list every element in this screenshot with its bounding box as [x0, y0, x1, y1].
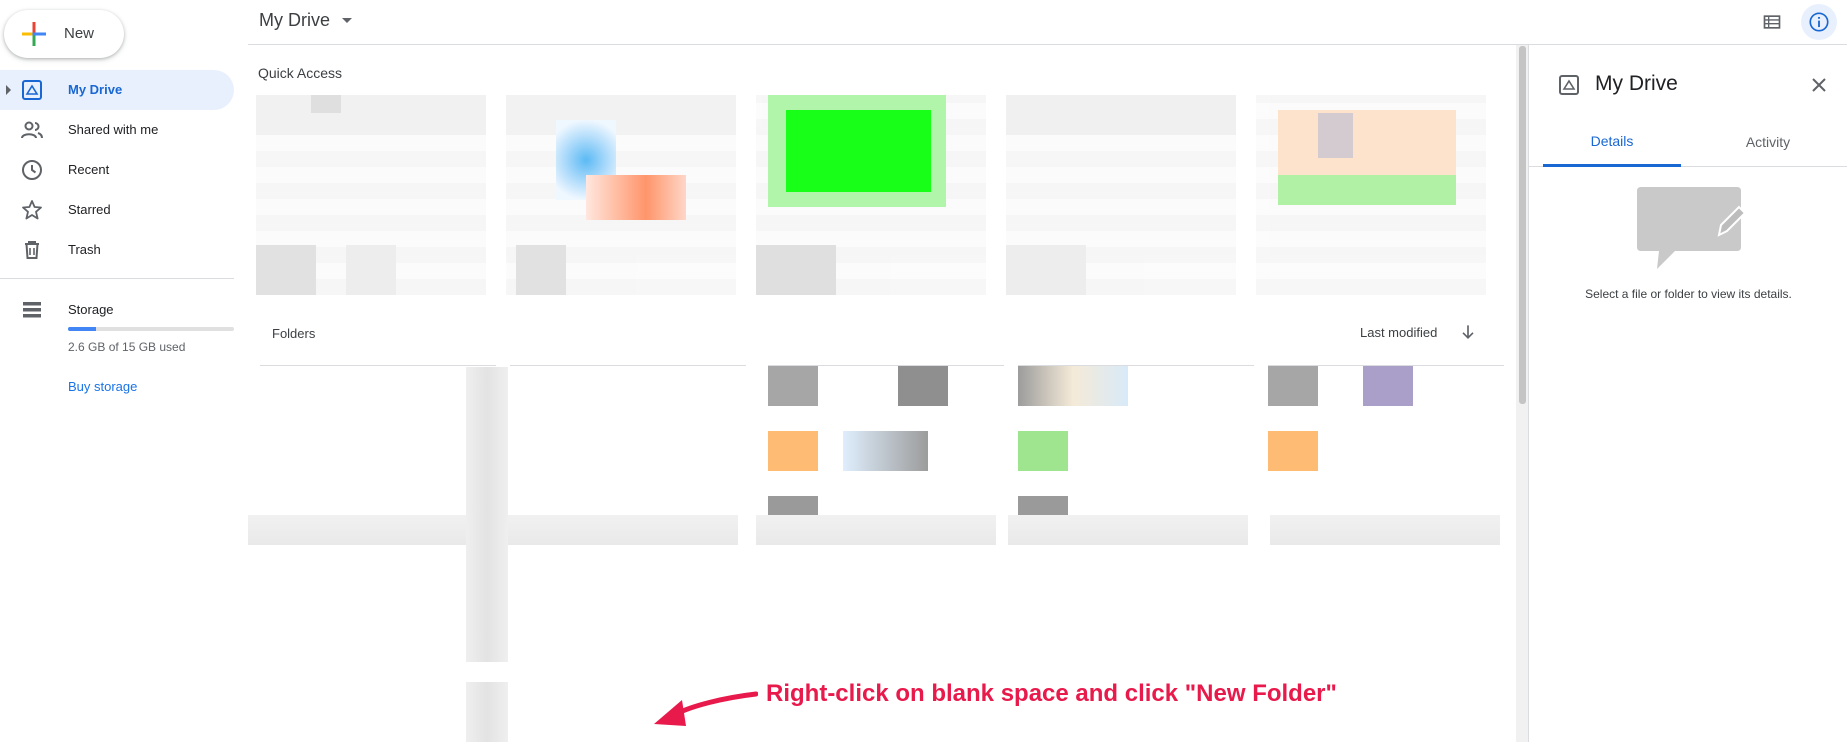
- new-button-label: New: [64, 25, 95, 42]
- info-icon: [1809, 12, 1829, 32]
- sidebar-item-label: Trash: [68, 242, 101, 257]
- buy-storage-link[interactable]: Buy storage: [68, 379, 137, 394]
- sidebar-item-label: My Drive: [68, 82, 123, 97]
- quick-access-title: Quick Access: [258, 65, 343, 81]
- quick-access-card[interactable]: [1256, 95, 1486, 295]
- details-tabs: Details Activity: [1529, 117, 1847, 167]
- main-content[interactable]: Quick Access Folders Last modified: [248, 45, 1516, 742]
- blurred-strip: [466, 682, 508, 742]
- tab-activity[interactable]: Activity: [1699, 117, 1837, 167]
- sidebar-item-trash[interactable]: Trash: [0, 230, 234, 270]
- storage-used-text: 2.6 GB of 15 GB used: [68, 340, 186, 354]
- star-icon: [22, 200, 42, 220]
- blurred-thumbnail: [1363, 366, 1413, 406]
- dropdown-arrow-icon: [342, 18, 352, 23]
- sidebar-item-label: Starred: [68, 202, 111, 217]
- blurred-thumbnail: [1318, 113, 1353, 158]
- blurred-thumbnail: [256, 95, 486, 135]
- blurred-strip: [1270, 515, 1500, 545]
- details-title: My Drive: [1595, 72, 1678, 95]
- blurred-thumbnail: [843, 431, 928, 471]
- blurred-thumbnail: [768, 431, 818, 471]
- clock-icon: [22, 160, 42, 180]
- folders-title: Folders: [272, 326, 316, 341]
- people-icon: [21, 121, 43, 139]
- blurred-thumbnail: [311, 95, 341, 113]
- blurred-thumbnail: [786, 110, 931, 192]
- annotation-text: Right-click on blank space and click "Ne…: [766, 680, 1337, 707]
- list-view-icon: [1763, 15, 1781, 29]
- blurred-strip: [466, 367, 508, 662]
- blurred-thumbnail: [768, 366, 818, 406]
- view-details-button[interactable]: [1801, 4, 1837, 40]
- sidebar-divider: [0, 278, 234, 279]
- blurred-thumbnail: [1006, 95, 1236, 135]
- blurred-thumbnail: [1006, 245, 1086, 295]
- blurred-thumbnail: [256, 245, 316, 295]
- blurred-thumbnail: [506, 95, 736, 135]
- blurred-thumbnail: [346, 245, 396, 295]
- tab-details[interactable]: Details: [1543, 117, 1681, 167]
- empty-details-illustration: [1637, 187, 1747, 269]
- blurred-thumbnail: [1278, 175, 1456, 205]
- details-panel: My Drive Details Activity Select a file …: [1528, 45, 1847, 742]
- list-view-button[interactable]: [1754, 4, 1790, 40]
- my-drive-icon: [22, 80, 42, 100]
- sidebar-nav: My Drive Shared with me Recent Starred T…: [0, 70, 234, 270]
- trash-icon: [25, 241, 39, 259]
- storage-progress-fill: [68, 327, 97, 331]
- sidebar-item-my-drive[interactable]: My Drive: [0, 70, 234, 110]
- quick-access-card[interactable]: [256, 95, 486, 295]
- sidebar-item-label: Recent: [68, 162, 110, 177]
- blurred-thumbnail: [1268, 366, 1318, 406]
- quick-access-card[interactable]: [506, 95, 736, 295]
- storage-progress-bar: [68, 327, 234, 331]
- expand-caret-icon[interactable]: [6, 85, 11, 95]
- blurred-thumbnail: [898, 366, 948, 406]
- close-icon[interactable]: [1807, 73, 1831, 97]
- blurred-thumbnail: [516, 245, 566, 295]
- annotation-arrow-icon: [654, 691, 758, 726]
- quick-access-card[interactable]: [1006, 95, 1236, 295]
- page-title-text: My Drive: [259, 10, 330, 30]
- page-title[interactable]: My Drive: [259, 10, 352, 31]
- storage-label[interactable]: Storage: [68, 302, 114, 317]
- storage-icon: [23, 302, 41, 318]
- blurred-thumbnail: [1018, 431, 1068, 471]
- sort-by-last-modified[interactable]: Last modified: [1360, 325, 1437, 340]
- details-hint: Select a file or folder to view its deta…: [1585, 287, 1792, 301]
- blurred-strip: [1008, 515, 1248, 545]
- blurred-thumbnail: [586, 175, 686, 220]
- arrow-down-icon[interactable]: [1458, 322, 1478, 342]
- blurred-thumbnail: [1018, 366, 1128, 406]
- new-button[interactable]: New: [4, 10, 124, 58]
- sidebar-item-recent[interactable]: Recent: [0, 150, 234, 190]
- scrollbar-thumb[interactable]: [1519, 46, 1526, 404]
- quick-access-card[interactable]: [756, 95, 986, 295]
- blurred-strip: [756, 515, 996, 545]
- plus-icon: [22, 22, 46, 46]
- blurred-thumbnail: [756, 245, 836, 295]
- blurred-thumbnail: [1268, 431, 1318, 471]
- sidebar-item-shared-with-me[interactable]: Shared with me: [0, 110, 234, 150]
- sidebar-item-starred[interactable]: Starred: [0, 190, 234, 230]
- sidebar: New My Drive Shared with me Recent Starr…: [0, 0, 248, 742]
- sidebar-item-label: Shared with me: [68, 122, 159, 137]
- my-drive-icon: [1559, 75, 1579, 95]
